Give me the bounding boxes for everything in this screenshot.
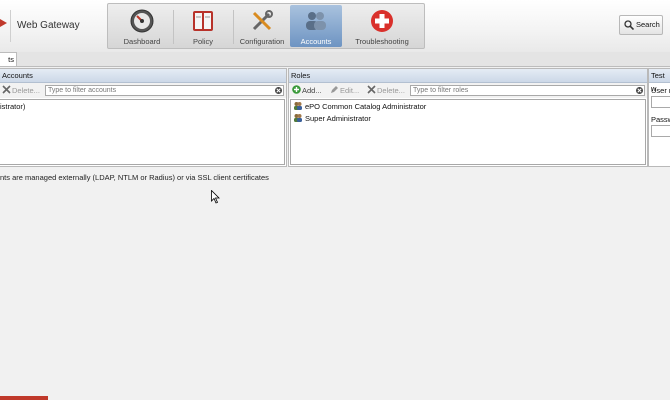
add-icon — [292, 85, 301, 94]
content-area — [0, 167, 670, 397]
add-role-button[interactable]: Add... — [292, 85, 322, 96]
user-name-input[interactable] — [651, 96, 670, 108]
list-item[interactable]: Super Administrator — [293, 113, 371, 124]
delete-account-button[interactable]: Delete... — [2, 85, 40, 96]
delete-x-icon — [367, 85, 376, 94]
policy-book-icon — [193, 11, 213, 31]
roles-list[interactable]: ePO Common Catalog Administrator Super A… — [290, 99, 646, 165]
troubleshooting-cross-icon — [371, 10, 393, 32]
edit-role-button[interactable]: Edit... — [330, 85, 359, 96]
nav-configuration[interactable]: Configuration — [234, 5, 290, 47]
nav-label: Dashboard — [123, 37, 161, 46]
role-name: Super Administrator — [305, 114, 371, 123]
brand-logo-icon — [0, 19, 7, 27]
delete-label: Delete... — [377, 86, 405, 95]
accounts-panel-title: Accounts — [0, 69, 286, 83]
accounts-users-icon — [306, 12, 326, 30]
configuration-tools-icon — [252, 10, 273, 31]
nav-label: Accounts — [300, 37, 332, 46]
list-item[interactable]: ePO Common Catalog Administrator — [293, 101, 426, 112]
nav-label: Policy — [192, 37, 213, 46]
delete-x-icon — [2, 85, 11, 94]
nav-label: Configuration — [239, 37, 285, 46]
delete-label: Delete... — [12, 86, 40, 95]
role-users-icon — [294, 102, 302, 110]
clear-filter-icon[interactable] — [636, 87, 643, 94]
roles-toolbar: Add... Edit... Delete... Type to filter … — [289, 83, 647, 98]
user-name-label: User n — [651, 86, 670, 95]
main-nav: Dashboard Policy Configuration Accounts … — [107, 3, 425, 49]
search-icon — [624, 20, 634, 30]
search-label: Search — [636, 20, 660, 29]
accounts-list[interactable]: istrator) — [0, 99, 285, 165]
dashboard-gauge-icon — [130, 9, 154, 33]
password-label: Passw — [651, 115, 670, 124]
nav-accounts[interactable]: Accounts — [290, 5, 342, 47]
delete-role-button[interactable]: Delete... — [367, 85, 405, 96]
top-bar: Web Gateway Dashboard Policy Configurati… — [0, 0, 670, 53]
roles-panel-title: Roles — [289, 69, 647, 83]
nav-dashboard[interactable]: Dashboard — [116, 5, 168, 47]
password-input[interactable] — [651, 125, 670, 137]
roles-filter-input[interactable]: Type to filter roles — [410, 85, 645, 96]
edit-pencil-icon — [331, 86, 338, 93]
accounts-filter-placeholder: Type to filter accounts — [48, 87, 117, 94]
clear-filter-icon[interactable] — [275, 87, 282, 94]
roles-panel: Roles Add... Edit... Delete... Type to f… — [288, 68, 648, 167]
tab-accounts[interactable]: ts — [0, 52, 17, 66]
mouse-pointer-icon — [211, 190, 220, 204]
edit-label: Edit... — [340, 86, 360, 95]
test-panel-title: Test w — [649, 69, 670, 93]
add-label: Add... — [302, 86, 322, 95]
roles-filter-placeholder: Type to filter roles — [413, 87, 469, 94]
nav-label: Troubleshooting — [355, 37, 409, 46]
accounts-info-note: nts are managed externally (LDAP, NTLM o… — [0, 173, 269, 182]
tab-strip: ts — [0, 52, 670, 67]
accounts-toolbar: Delete... Type to filter accounts — [0, 83, 286, 98]
taskbar-indicator — [0, 396, 48, 400]
search-button[interactable]: Search — [619, 15, 663, 35]
brand-divider — [10, 10, 11, 42]
role-users-icon — [294, 114, 302, 122]
accounts-filter-input[interactable]: Type to filter accounts — [45, 85, 284, 96]
nav-policy[interactable]: Policy — [178, 5, 228, 47]
list-item[interactable]: istrator) — [0, 101, 25, 112]
accounts-panel: Accounts Delete... Type to filter accoun… — [0, 68, 287, 167]
nav-divider — [173, 10, 174, 44]
role-name: ePO Common Catalog Administrator — [305, 102, 427, 111]
nav-troubleshooting[interactable]: Troubleshooting — [344, 5, 420, 47]
app-title: Web Gateway — [17, 20, 80, 31]
